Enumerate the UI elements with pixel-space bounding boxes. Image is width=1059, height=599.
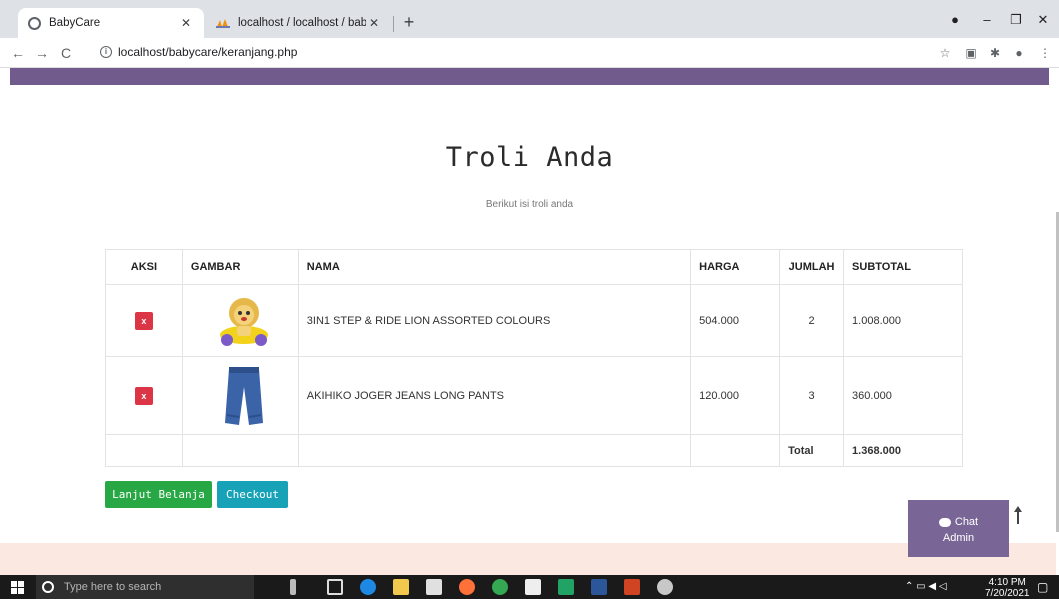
page-title: Troli Anda — [445, 142, 614, 173]
tab-babycare[interactable]: BabyCare ✕ — [18, 8, 204, 38]
remove-item-button[interactable]: x — [134, 311, 153, 330]
extension-icon[interactable]: ▣ — [962, 44, 980, 62]
close-tab-icon[interactable]: ✕ — [366, 16, 382, 30]
product-subtotal: 1.008.000 — [843, 284, 963, 357]
taskbar-search-placeholder: Type here to search — [64, 581, 162, 593]
tab-title: BabyCare — [49, 17, 101, 29]
action-cell: x — [105, 356, 183, 435]
header-nama: NAMA — [297, 249, 692, 285]
header-subtotal: SUBTOTAL — [843, 249, 963, 285]
globe-icon — [28, 16, 41, 30]
profile-dot-icon[interactable]: ● — [944, 12, 966, 27]
site-navbar-band — [10, 68, 1049, 85]
continue-shopping-button[interactable]: Lanjut Belanja — [105, 481, 212, 508]
restore-button[interactable]: ❐ — [1005, 12, 1027, 28]
product-name: 3IN1 STEP & RIDE LION ASSORTED COLOURS — [297, 284, 692, 357]
clock-time: 4:10 PM — [988, 577, 1026, 588]
windows-start-icon[interactable] — [11, 581, 24, 594]
new-tab-button[interactable]: + — [398, 12, 420, 34]
menu-dots-icon[interactable]: ⋮ — [1036, 44, 1054, 62]
tab-divider — [393, 16, 394, 32]
chat-bubble-icon — [938, 517, 951, 527]
notification-icon[interactable]: ▢ — [1037, 580, 1048, 594]
bookmark-star-icon[interactable]: ☆ — [936, 44, 954, 62]
product-subtotal: 360.000 — [843, 356, 963, 435]
firefox-icon[interactable] — [459, 579, 475, 595]
product-price: 120.000 — [690, 356, 781, 435]
product-name: AKIHIKO JOGER JEANS LONG PANTS — [297, 356, 692, 435]
product-qty: 3 — [779, 356, 845, 435]
browser-tab-bar: BabyCare ✕ localhost / localhost / babyc… — [0, 0, 1059, 38]
clock[interactable]: 4:10 PM 7/20/2021 — [985, 577, 1030, 599]
windows-taskbar: Type here to search ⌃ ▭ ◀ ◁ 4:10 PM 7/20… — [0, 575, 1059, 599]
forward-icon[interactable]: → — [32, 43, 52, 63]
chat-admin-button[interactable]: Chat Admin — [908, 500, 1009, 557]
empty-cell — [297, 434, 692, 467]
info-icon[interactable]: i — [100, 46, 112, 58]
total-label: Total — [779, 434, 845, 467]
store-icon[interactable] — [525, 579, 541, 595]
empty-cell — [690, 434, 781, 467]
tab-phpmyadmin[interactable]: localhost / localhost / babycare / ✕ — [206, 8, 392, 38]
address-bar: ← → C i localhost/babycare/keranjang.php… — [0, 38, 1059, 68]
total-row: Total 1.368.000 — [105, 434, 963, 467]
mail-icon[interactable] — [426, 579, 442, 595]
url-field[interactable]: i localhost/babycare/keranjang.php — [100, 45, 297, 59]
close-tab-icon[interactable]: ✕ — [178, 16, 194, 30]
chat-label-line2: Admin — [942, 532, 975, 544]
task-view-icon[interactable] — [327, 579, 343, 595]
taskbar-search[interactable]: Type here to search — [36, 575, 254, 599]
table-row: x 3IN1 STEP & RIDE LION ASSORTED COLOURS… — [105, 284, 963, 357]
page-subtitle: Berikut isi troli anda — [485, 199, 574, 210]
product-price: 504.000 — [690, 284, 781, 357]
system-tray-icons[interactable]: ⌃ ▭ ◀ ◁ — [905, 581, 947, 592]
footer-band — [0, 543, 1056, 575]
reload-icon[interactable]: C — [56, 43, 76, 63]
table-row: x AKIHIKO JOGER JEANS LONG PANTS 120.000… — [105, 356, 963, 435]
image-cell — [181, 284, 299, 357]
header-aksi: AKSI — [105, 249, 183, 285]
header-harga: HARGA — [690, 249, 781, 285]
remove-item-button[interactable]: x — [134, 386, 153, 405]
product-qty: 2 — [779, 284, 845, 357]
lion-toy-image — [220, 297, 269, 346]
table-header-row: AKSI GAMBAR NAMA HARGA JUMLAH SUBTOTAL — [105, 249, 963, 285]
checkout-button[interactable]: Checkout — [217, 481, 288, 508]
tab-title: localhost / localhost / babycare / — [238, 17, 366, 29]
settings-gear-icon[interactable] — [657, 579, 673, 595]
edge-icon[interactable] — [360, 579, 376, 595]
header-gambar: GAMBAR — [181, 249, 299, 285]
cortana-icon — [42, 581, 54, 593]
excel-icon[interactable] — [558, 579, 574, 595]
microphone-icon[interactable] — [290, 579, 296, 595]
word-icon[interactable] — [591, 579, 607, 595]
minimize-button[interactable]: – — [976, 12, 998, 27]
file-explorer-icon[interactable] — [393, 579, 409, 595]
image-cell — [181, 356, 299, 435]
header-jumlah: JUMLAH — [779, 249, 845, 285]
clock-date: 7/20/2021 — [985, 588, 1030, 599]
jeans-pants-image — [225, 366, 264, 425]
action-cell: x — [105, 284, 183, 357]
phpmyadmin-icon — [216, 19, 230, 28]
app-icon[interactable] — [624, 579, 640, 595]
empty-cell — [105, 434, 183, 467]
chrome-icon[interactable] — [492, 579, 508, 595]
url-text: localhost/babycare/keranjang.php — [118, 45, 298, 59]
back-icon[interactable]: ← — [8, 43, 28, 63]
empty-cell — [181, 434, 299, 467]
account-icon[interactable]: ● — [1010, 44, 1028, 62]
close-window-button[interactable]: ✕ — [1032, 12, 1054, 28]
scroll-to-top-icon[interactable] — [1012, 504, 1024, 526]
chat-label-line1: Chat — [954, 516, 979, 528]
cart-table: AKSI GAMBAR NAMA HARGA JUMLAH SUBTOTAL x — [105, 249, 963, 467]
puzzle-extensions-icon[interactable]: ✱ — [986, 44, 1004, 62]
total-value: 1.368.000 — [843, 434, 963, 467]
